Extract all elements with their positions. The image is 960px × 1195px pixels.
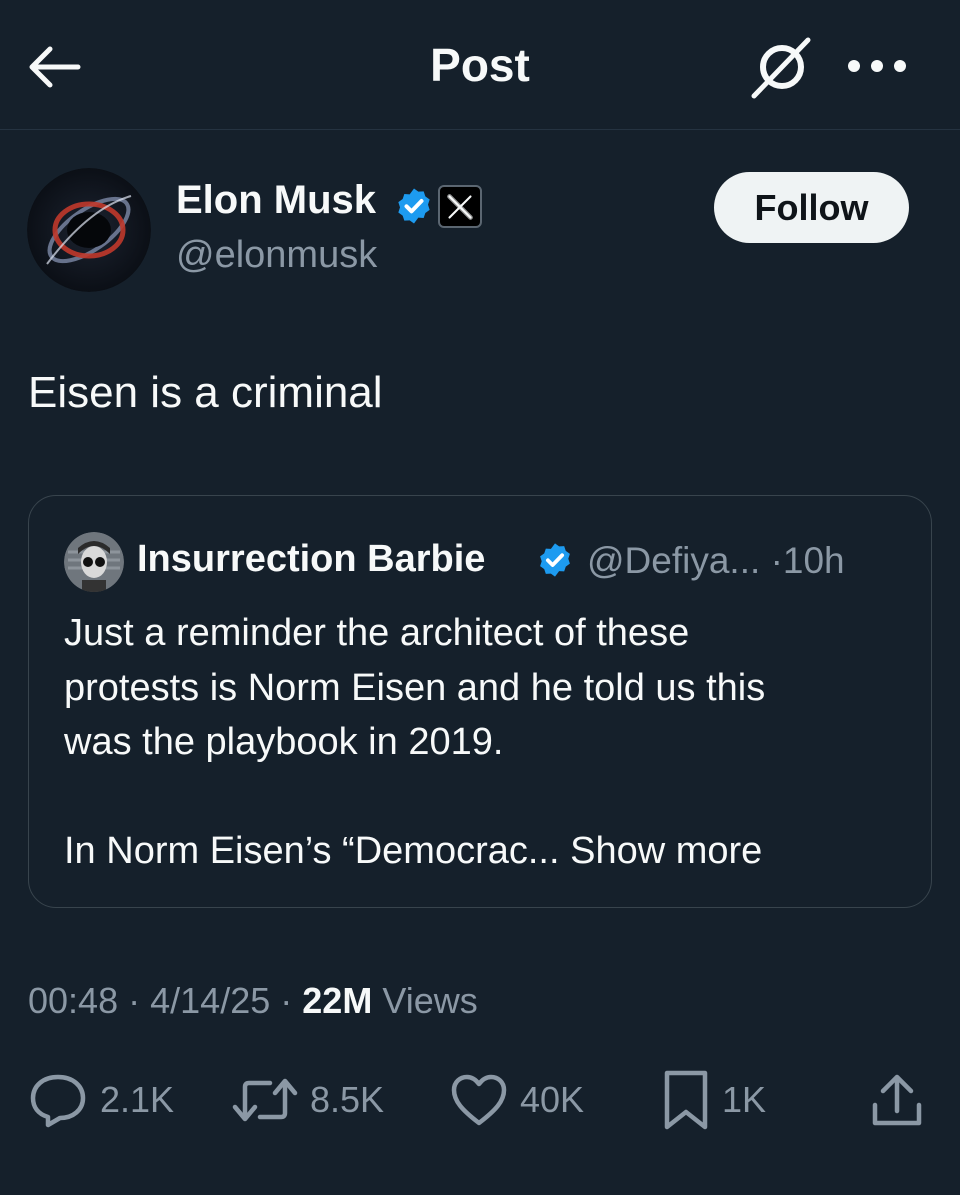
more-horizontal-icon [848, 60, 906, 72]
heart-icon [451, 1074, 507, 1126]
action-bar: 2.1K 8.5K 40K 1K [0, 1060, 960, 1140]
bookmark-count: 1K [722, 1079, 767, 1120]
post-time[interactable]: 00:48 [28, 980, 118, 1021]
grok-icon [751, 37, 811, 99]
bookmark-button[interactable]: 1K [662, 1060, 766, 1140]
views-count[interactable]: 22M [302, 980, 372, 1021]
show-more-link[interactable]: Show more [570, 830, 762, 872]
share-icon [872, 1074, 922, 1126]
separator-dot: · [280, 980, 293, 1021]
reply-icon [30, 1074, 86, 1128]
separator-dot: · [128, 980, 141, 1021]
bookmark-icon [664, 1070, 708, 1130]
reply-button[interactable]: 2.1K [28, 1060, 174, 1140]
grok-button[interactable] [745, 32, 817, 102]
repost-button[interactable]: 8.5K [232, 1060, 384, 1140]
repost-count: 8.5K [310, 1079, 385, 1120]
top-bar: Post [0, 0, 960, 130]
like-count: 40K [520, 1079, 585, 1120]
quoted-body-line: Just a reminder the architect of these [64, 612, 690, 654]
repost-icon [232, 1078, 298, 1122]
views-label[interactable]: Views [382, 980, 477, 1021]
quoted-author-name[interactable]: Insurrection Barbie [137, 538, 485, 581]
x-logo-badge [438, 185, 482, 228]
follow-button[interactable]: Follow [714, 172, 909, 243]
author-avatar[interactable] [27, 168, 151, 292]
quoted-handle-text[interactable]: @Defiya... [587, 540, 760, 581]
reply-count: 2.1K [100, 1079, 175, 1120]
quoted-body-line: was the playbook in 2019. [64, 721, 504, 763]
back-button[interactable] [26, 34, 96, 100]
quoted-body-line: In Norm Eisen’s “Democrac... [64, 829, 560, 872]
quoted-post-body: Just a reminder the architect of these p… [64, 606, 904, 878]
post-metadata: 00:48 · 4/14/25 · 22M Views [28, 980, 478, 1022]
like-button[interactable]: 40K [450, 1060, 584, 1140]
more-options-button[interactable] [840, 38, 914, 94]
quoted-avatar-image [64, 532, 124, 592]
quoted-body-line: protests is Norm Eisen and he told us th… [64, 666, 766, 709]
quoted-post-time: 10h [782, 540, 845, 581]
separator-dot: · [770, 540, 783, 581]
x-logo-icon [447, 193, 473, 220]
share-button[interactable] [864, 1070, 930, 1132]
quoted-post[interactable]: Insurrection Barbie @Defiya... ·10h Just… [28, 495, 932, 908]
author-handle[interactable]: @elonmusk [176, 234, 377, 277]
post-date[interactable]: 4/14/25 [150, 980, 270, 1021]
post-text: Eisen is a criminal [28, 368, 383, 417]
quoted-author-avatar[interactable] [64, 532, 124, 592]
quoted-verified-badge-icon [540, 543, 570, 577]
quoted-author-handle: @Defiya... ·10h [587, 540, 845, 582]
quoted-body-line-truncated: In Norm Eisen’s “Democrac... Show more [64, 824, 904, 879]
arrow-left-icon [29, 46, 81, 88]
verified-badge-icon [398, 188, 430, 224]
author-name[interactable]: Elon Musk [176, 178, 376, 223]
black-hole-avatar-image [27, 168, 151, 292]
